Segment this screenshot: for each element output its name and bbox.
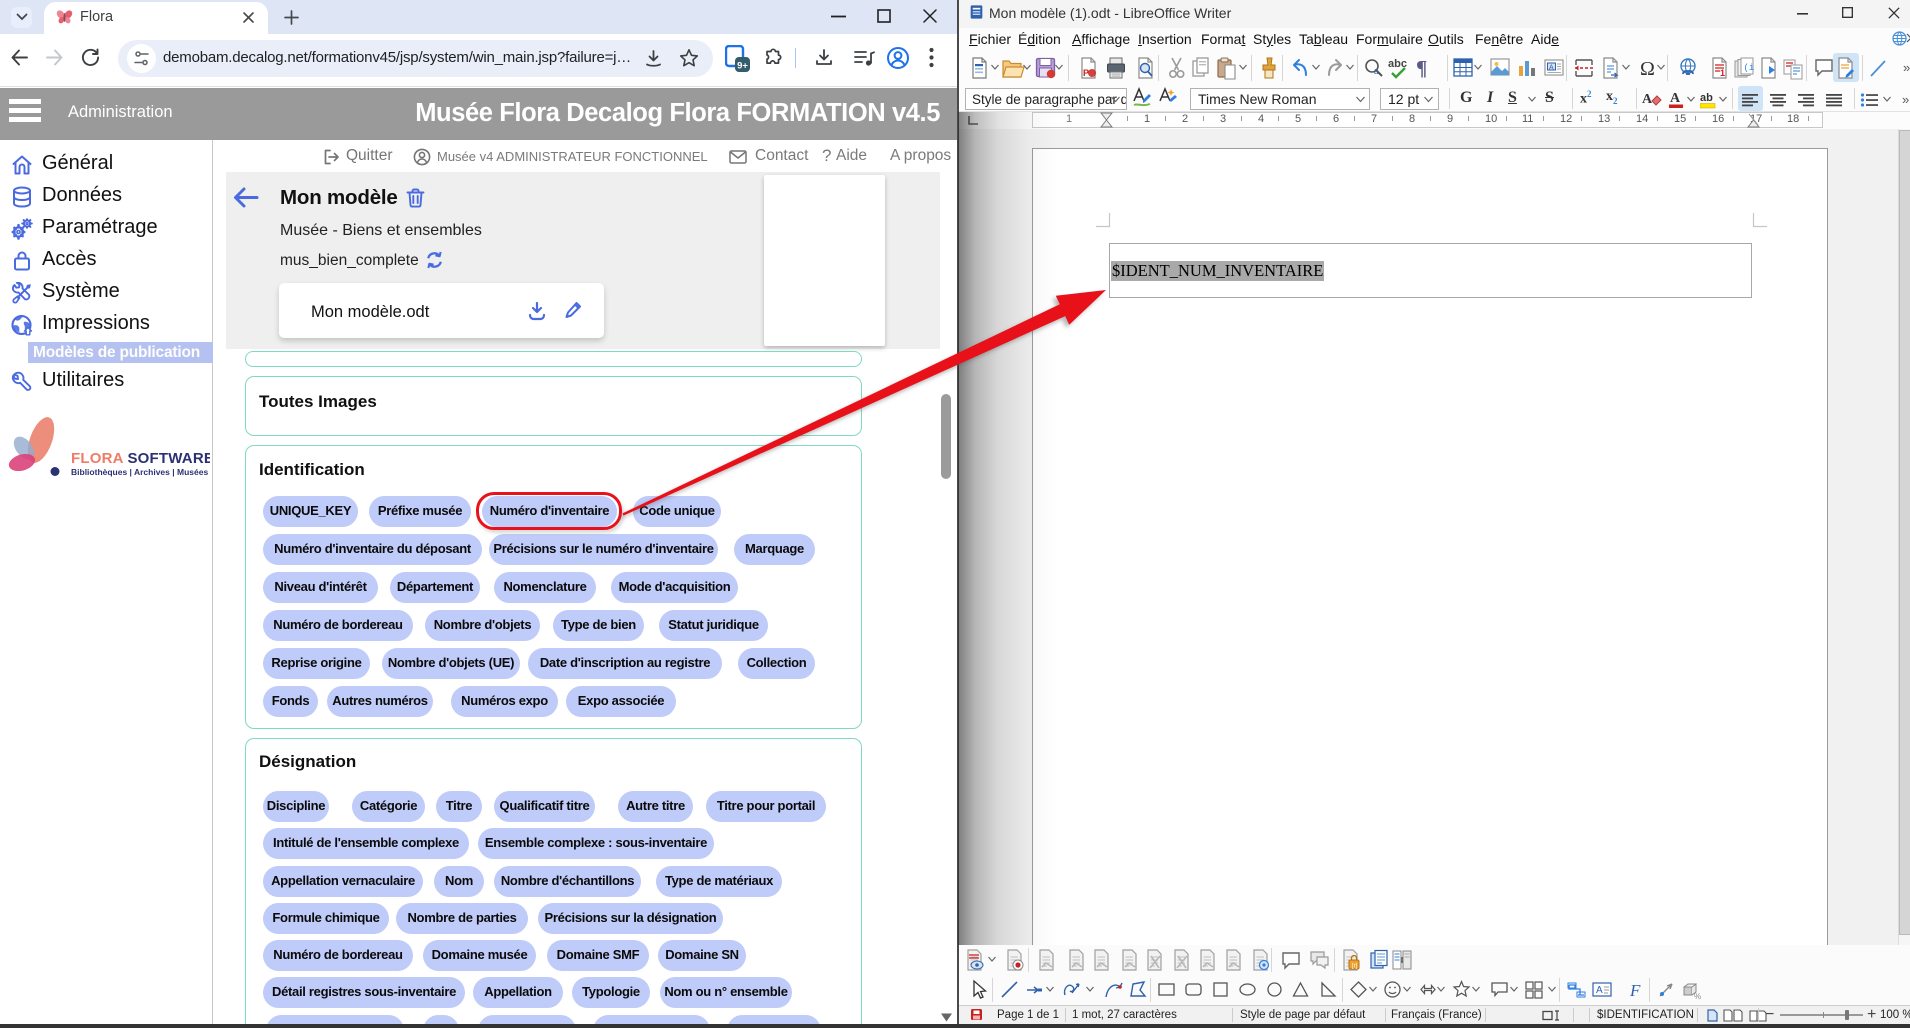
svg-text:(i): (i) — [1744, 63, 1756, 73]
svg-text:Ω: Ω — [1640, 58, 1655, 80]
svg-text:Bibliothèques | Archives | Mus: Bibliothèques | Archives | Musées — [71, 467, 208, 477]
svg-text:1: 1 — [1720, 68, 1725, 78]
svg-text:A: A — [1596, 985, 1603, 996]
svg-text:¶: ¶ — [1416, 57, 1427, 80]
svg-text:[r]: [r] — [1352, 964, 1358, 970]
svg-text:F: F — [1629, 981, 1641, 1000]
svg-text:A: A — [1642, 92, 1653, 107]
svg-text:FLORA SOFTWARE: FLORA SOFTWARE — [71, 450, 210, 467]
svg-text:A: A — [1670, 91, 1681, 106]
svg-text:A: A — [1549, 65, 1554, 72]
svg-text:9+: 9+ — [737, 61, 748, 72]
svg-text:%: % — [1694, 992, 1701, 1001]
svg-text:a: a — [1374, 66, 1379, 77]
svg-text:ab: ab — [1700, 92, 1713, 104]
